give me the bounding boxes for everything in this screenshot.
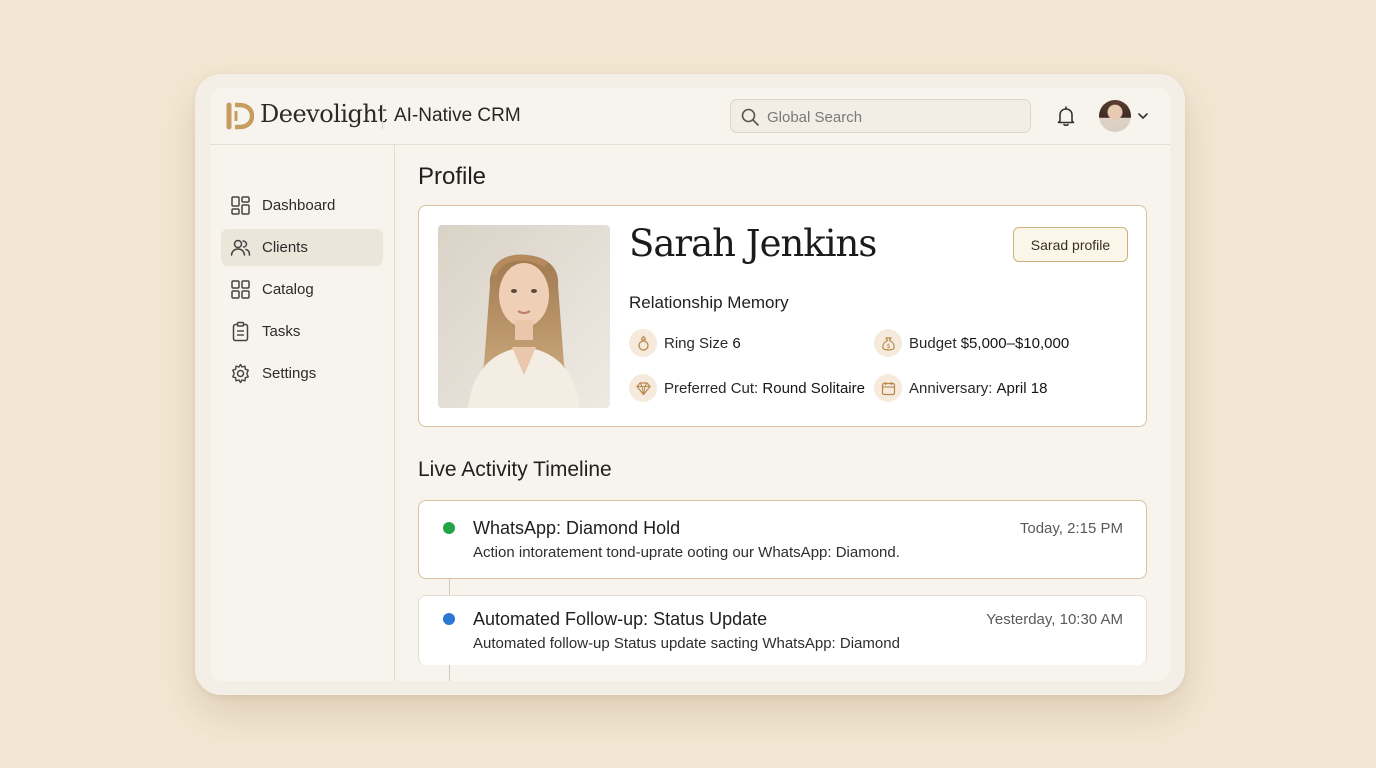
fact-ring-size: Ring Size 6	[629, 329, 741, 357]
brand-divider	[382, 104, 383, 129]
client-photo	[438, 225, 610, 408]
fact-preferred-cut: Preferred Cut: Round Solitaire	[629, 374, 865, 402]
product-name: AI-Native CRM	[394, 105, 521, 126]
client-name: Sarah Jenkins	[629, 222, 877, 265]
calendar-icon	[874, 374, 902, 402]
clipboard-icon	[232, 321, 249, 342]
sidebar-item-catalog[interactable]: Catalog	[221, 271, 383, 308]
fact-label: Preferred Cut:	[664, 379, 759, 397]
chevron-down-icon[interactable]	[1137, 110, 1149, 122]
timeline-item-time: Today, 2:15 PM	[1019, 520, 1123, 537]
top-bar: Deevolight AI-Native CRM	[210, 88, 1170, 145]
sidebar-item-label: Settings	[262, 365, 317, 382]
fact-label: Anniversary:	[909, 379, 993, 397]
timeline-title: Live Activity Timeline	[418, 458, 612, 481]
money-bag-icon: $	[874, 329, 902, 357]
page-title: Profile	[418, 163, 487, 190]
timeline-item-title: WhatsApp: Diamond Hold	[473, 518, 681, 538]
fact-anniversary: Anniversary: April 18	[874, 374, 1047, 402]
sidebar-item-label: Catalog	[262, 281, 314, 298]
brand-name: Deevolight	[260, 100, 387, 128]
timeline-item[interactable]: WhatsApp: Diamond Hold Action intorateme…	[418, 500, 1147, 579]
profile-button[interactable]: Sarad profile	[1013, 227, 1128, 262]
profile-card: Sarah Jenkins Sarad profile Relationship…	[418, 205, 1147, 427]
timeline-item-time: Yesterday, 10:30 AM	[986, 611, 1123, 628]
sidebar-item-label: Dashboard	[262, 197, 336, 214]
fact-label: Budget	[909, 334, 957, 352]
brand-logo-icon[interactable]	[226, 101, 254, 131]
fact-label: Ring Size	[664, 334, 729, 352]
fact-value: $5,000–$10,000	[960, 334, 1070, 352]
users-icon	[230, 239, 251, 256]
search-icon	[741, 108, 759, 126]
fact-budget: $ Budget $5,000–$10,000	[874, 329, 1069, 357]
sidebar-item-label: Tasks	[262, 323, 301, 340]
relationship-memory-title: Relationship Memory	[629, 293, 789, 312]
sidebar-item-tasks[interactable]: Tasks	[221, 313, 383, 350]
sidebar-item-settings[interactable]: Settings	[221, 355, 383, 392]
timeline-item[interactable]: Automated Follow-up: Status Update Autom…	[418, 595, 1147, 665]
sidebar-item-clients[interactable]: Clients	[221, 229, 383, 266]
sidebar-item-dashboard[interactable]: Dashboard	[221, 187, 383, 224]
catalog-icon	[231, 280, 250, 299]
fact-value: Round Solitaire	[762, 379, 865, 397]
ring-icon	[629, 329, 657, 357]
sidebar: Dashboard Clients Catalog Tasks Settings	[210, 145, 395, 681]
fact-value: April 18	[996, 379, 1048, 397]
fact-value: 6	[732, 334, 741, 352]
timeline-item-description: Action intoratement tond-uprate ooting o…	[473, 544, 900, 561]
search-input[interactable]	[767, 108, 1017, 126]
timeline-item-description: Automated follow-up Status update sactin…	[473, 635, 900, 652]
dashboard-icon	[231, 196, 250, 215]
svg-text:$: $	[886, 343, 890, 350]
user-avatar[interactable]	[1099, 100, 1131, 132]
gear-icon	[232, 363, 249, 384]
app-window: Deevolight AI-Native CRM Global Search D…	[210, 88, 1170, 681]
diamond-icon	[629, 374, 657, 402]
status-dot	[443, 613, 455, 625]
global-search[interactable]	[730, 99, 1031, 133]
timeline-item-title: Automated Follow-up: Status Update	[473, 609, 768, 629]
sidebar-item-label: Clients	[262, 239, 308, 256]
notifications-bell-icon[interactable]	[1054, 104, 1078, 128]
status-dot	[443, 522, 455, 534]
